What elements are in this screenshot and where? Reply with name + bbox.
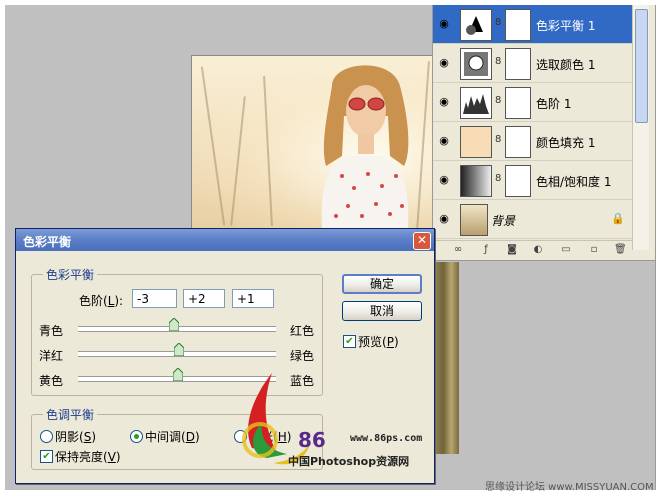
eye-icon[interactable]: ◉ [437, 213, 451, 225]
cancel-button[interactable]: 取消 [342, 301, 422, 321]
preview-checkbox[interactable]: ✔ [343, 335, 356, 348]
layers-toolbar: ∞ ƒ ◙ ◐ ▭ ▫ 🗑 [432, 240, 632, 259]
layer-name: 颜色填充 1 [536, 136, 596, 150]
layer-name: 背景 [491, 214, 516, 228]
preview-label: 预览(P) [358, 335, 399, 349]
layer-row-color-balance[interactable]: ◉ 8 色彩平衡 1 [433, 5, 633, 44]
slider-right-label: 绿色 [290, 349, 315, 363]
dialog-title: 色彩平衡 [23, 235, 72, 249]
color-balance-group-title: 色彩平衡 [43, 266, 98, 283]
levels-histogram-icon [460, 87, 492, 119]
eye-icon[interactable]: ◉ [437, 96, 451, 108]
lock-icon: 🔒 [611, 212, 625, 225]
layer-row-selective-color[interactable]: ◉ 8 选取颜色 1 [433, 44, 633, 83]
layer-mask-thumbnail[interactable] [505, 87, 531, 119]
eye-icon[interactable]: ◉ [437, 135, 451, 147]
slider-left-label: 洋红 [39, 349, 64, 363]
photo-grass [263, 76, 273, 226]
eye-icon[interactable]: ◉ [437, 18, 451, 30]
layer-mask-thumbnail[interactable] [505, 165, 531, 197]
watermark-domain: www.86ps.com [350, 433, 423, 444]
photo-grass [200, 66, 226, 226]
ok-button[interactable]: 确定 [342, 274, 422, 294]
preserve-luminosity-label: 保持亮度(V) [55, 450, 121, 464]
yellow-blue-slider-knob[interactable] [172, 368, 183, 381]
tone-balance-group-title: 色调平衡 [43, 406, 98, 423]
layer-name: 色彩平衡 1 [536, 19, 596, 33]
photo-grass [230, 96, 246, 226]
layer-row-levels[interactable]: ◉ 8 色阶 1 [433, 83, 633, 122]
slider-left-label: 青色 [39, 324, 64, 338]
link-icon[interactable]: ∞ [452, 244, 464, 255]
slider-right-label: 红色 [290, 324, 315, 338]
chain-link-icon[interactable]: 8 [495, 17, 501, 28]
watermark-brand-number: 86 [298, 428, 326, 452]
midtones-radio[interactable] [130, 430, 143, 443]
layer-name: 选取颜色 1 [536, 58, 596, 72]
yellow-blue-value-input[interactable]: +1 [232, 289, 274, 308]
workspace: ◉ 8 色彩平衡 1 ◉ 8 选取颜色 1 ◉ 8 色阶 1 ◉ 8 颜色填充 … [0, 0, 660, 500]
layers-panel: ◉ 8 色彩平衡 1 ◉ 8 选取颜色 1 ◉ 8 色阶 1 ◉ 8 颜色填充 … [432, 5, 655, 261]
scrollbar-thumb[interactable] [635, 9, 648, 123]
chain-link-icon[interactable]: 8 [495, 134, 501, 145]
document-photo[interactable] [191, 55, 443, 232]
layer-row-background[interactable]: ◉ 背景 🔒 [433, 200, 633, 239]
shadows-label: 阴影(S) [55, 430, 96, 444]
cyan-red-value-input[interactable]: -3 [132, 289, 177, 308]
layer-name: 色相/饱和度 1 [536, 175, 612, 189]
close-icon[interactable]: ✕ [413, 232, 431, 250]
magenta-green-value-input[interactable]: +2 [183, 289, 225, 308]
hue-saturation-gradient-icon [460, 165, 492, 197]
levels-label: 色阶(L): [79, 294, 124, 308]
selective-color-adjustment-icon [460, 48, 492, 80]
cyan-red-slider-knob[interactable] [169, 318, 180, 331]
midtones-label: 中间调(D) [145, 430, 200, 444]
mask-icon[interactable]: ◙ [506, 244, 518, 255]
new-layer-icon[interactable]: ▫ [588, 244, 600, 255]
eye-icon[interactable]: ◉ [437, 57, 451, 69]
shadows-radio[interactable] [40, 430, 53, 443]
magenta-green-slider-knob[interactable] [173, 343, 184, 356]
woman-figure [321, 65, 409, 231]
dialog-title-bar[interactable]: 色彩平衡 ✕ [16, 229, 434, 251]
layer-mask-thumbnail[interactable] [505, 48, 531, 80]
trash-icon[interactable]: 🗑 [614, 244, 627, 255]
layers-scrollbar[interactable] [632, 5, 649, 250]
layer-row-hue-saturation[interactable]: ◉ 8 色相/饱和度 1 [433, 161, 633, 200]
watermark-subtitle: 中国Photoshop资源网 [288, 455, 410, 468]
photo-edge-strip [432, 262, 459, 454]
corner-watermark: 思缘设计论坛 www.MISSYUAN.COM [485, 482, 654, 493]
folder-icon[interactable]: ▭ [560, 244, 572, 255]
fx-icon[interactable]: ƒ [480, 244, 492, 255]
color-balance-adjustment-icon [460, 9, 492, 41]
eye-icon[interactable]: ◉ [437, 174, 451, 186]
color-fill-swatch [460, 126, 492, 158]
preserve-luminosity-checkbox[interactable]: ✔ [40, 450, 53, 463]
adjustment-icon[interactable]: ◐ [532, 244, 544, 255]
slider-left-label: 黄色 [39, 374, 64, 388]
layer-mask-thumbnail[interactable] [505, 126, 531, 158]
chain-link-icon[interactable]: 8 [495, 173, 501, 184]
photo-thumbnail [460, 204, 488, 236]
chain-link-icon[interactable]: 8 [495, 95, 501, 106]
layer-mask-thumbnail[interactable] [505, 9, 531, 41]
layer-row-color-fill[interactable]: ◉ 8 颜色填充 1 [433, 122, 633, 161]
chain-link-icon[interactable]: 8 [495, 56, 501, 67]
layer-name: 色阶 1 [536, 97, 572, 111]
